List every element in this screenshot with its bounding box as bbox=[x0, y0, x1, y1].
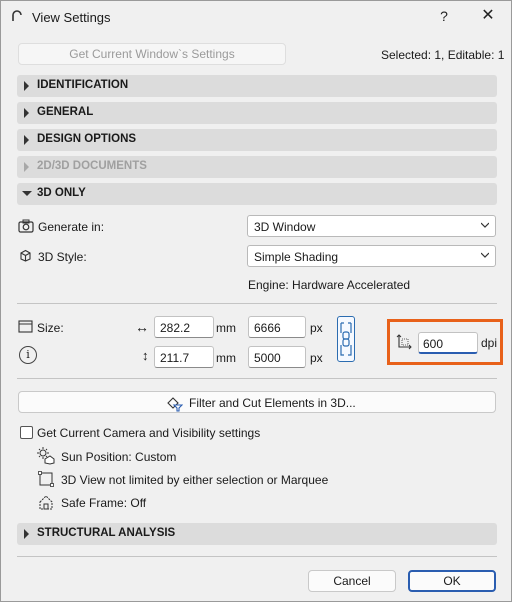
mm-unit: mm bbox=[216, 351, 236, 365]
mm-unit: mm bbox=[216, 321, 236, 335]
window-title: View Settings bbox=[32, 10, 111, 25]
height-mm-field[interactable]: 211.7 bbox=[154, 346, 214, 368]
chevron-right-icon bbox=[24, 81, 29, 91]
filter-cut-icon bbox=[167, 397, 183, 412]
ok-button[interactable]: OK bbox=[408, 570, 496, 592]
width-arrow-icon: ↔ bbox=[135, 319, 149, 335]
height-mm-value: 211.7 bbox=[160, 351, 190, 365]
sun-icon bbox=[37, 447, 55, 465]
view-settings-dialog: View Settings ? ✕ Get Current Window`s S… bbox=[0, 0, 512, 602]
separator bbox=[17, 378, 497, 379]
cancel-button[interactable]: Cancel bbox=[308, 570, 396, 592]
width-mm-value: 282.2 bbox=[160, 321, 191, 335]
filter-and-cut-button[interactable]: Filter and Cut Elements in 3D... bbox=[18, 391, 496, 413]
chevron-right-icon bbox=[24, 529, 29, 539]
view-limit-text: 3D View not limited by either selection … bbox=[61, 473, 329, 487]
help-button[interactable]: ? bbox=[431, 3, 457, 29]
section-label: DESIGN OPTIONS bbox=[37, 133, 137, 145]
section-label: STRUCTURAL ANALYSIS bbox=[37, 527, 176, 539]
section-label: GENERAL bbox=[37, 106, 94, 118]
section-label: 2D/3D DOCUMENTS bbox=[37, 160, 147, 172]
camera-visibility-checkbox[interactable] bbox=[20, 426, 33, 439]
chevron-down-icon bbox=[481, 252, 489, 258]
info-icon[interactable]: i bbox=[19, 346, 37, 364]
engine-info: Engine: Hardware Accelerated bbox=[248, 278, 411, 292]
3d-style-select[interactable]: Simple Shading bbox=[247, 245, 496, 267]
proportion-link-button[interactable] bbox=[337, 316, 355, 362]
3d-style-value: Simple Shading bbox=[254, 250, 339, 264]
chevron-down-icon bbox=[22, 191, 32, 196]
marquee-icon bbox=[38, 471, 54, 487]
filter-and-cut-label: Filter and Cut Elements in 3D... bbox=[189, 396, 356, 410]
height-arrow-icon: ↕ bbox=[142, 348, 149, 363]
generate-in-select[interactable]: 3D Window bbox=[247, 215, 496, 237]
resolution-highlight-box: 600 dpi bbox=[387, 319, 503, 365]
app-icon bbox=[12, 10, 22, 21]
camera-visibility-label[interactable]: Get Current Camera and Visibility settin… bbox=[37, 426, 260, 440]
chevron-right-icon bbox=[24, 162, 29, 172]
size-label: Size: bbox=[37, 321, 64, 335]
section-general[interactable]: GENERAL bbox=[17, 102, 497, 124]
px-unit: px bbox=[310, 351, 323, 365]
width-px-value: 6666 bbox=[254, 321, 281, 335]
section-2d-3d-documents: 2D/3D DOCUMENTS bbox=[17, 156, 497, 178]
resolution-dpi-field[interactable]: 600 bbox=[418, 332, 478, 354]
px-unit: px bbox=[310, 321, 323, 335]
safe-frame-text: Safe Frame: Off bbox=[61, 496, 147, 510]
size-icon bbox=[18, 320, 33, 333]
get-current-window-settings-button[interactable]: Get Current Window`s Settings bbox=[18, 43, 286, 65]
title-bar: View Settings ? ✕ bbox=[1, 1, 511, 33]
selection-info: Selected: 1, Editable: 1 bbox=[381, 48, 505, 62]
close-button[interactable]: ✕ bbox=[473, 3, 503, 29]
separator bbox=[17, 303, 497, 304]
dpi-value: 600 bbox=[423, 337, 444, 351]
generate-in-label: Generate in: bbox=[38, 220, 105, 234]
height-px-field[interactable]: 5000 bbox=[248, 346, 306, 368]
section-label: 3D ONLY bbox=[37, 187, 86, 199]
chevron-down-icon bbox=[481, 222, 489, 228]
sun-position-text: Sun Position: Custom bbox=[61, 450, 177, 464]
3d-style-label: 3D Style: bbox=[38, 250, 87, 264]
section-3d-only[interactable]: 3D ONLY bbox=[17, 183, 497, 205]
section-identification[interactable]: IDENTIFICATION bbox=[17, 75, 497, 97]
dpi-unit: dpi bbox=[481, 336, 498, 350]
width-px-field[interactable]: 6666 bbox=[248, 316, 306, 338]
chevron-right-icon bbox=[24, 108, 29, 118]
resolution-icon bbox=[396, 334, 412, 350]
section-structural-analysis[interactable]: STRUCTURAL ANALYSIS bbox=[17, 523, 497, 545]
width-mm-field[interactable]: 282.2 bbox=[154, 316, 214, 338]
cube-icon bbox=[20, 249, 31, 262]
chevron-right-icon bbox=[24, 135, 29, 145]
safe-frame-icon bbox=[39, 495, 53, 510]
separator bbox=[17, 556, 497, 557]
section-design-options[interactable]: DESIGN OPTIONS bbox=[17, 129, 497, 151]
section-label: IDENTIFICATION bbox=[37, 79, 129, 91]
chain-link-icon bbox=[340, 322, 352, 356]
generate-in-value: 3D Window bbox=[254, 220, 316, 234]
height-px-value: 5000 bbox=[254, 351, 281, 365]
camera-icon bbox=[18, 219, 34, 233]
